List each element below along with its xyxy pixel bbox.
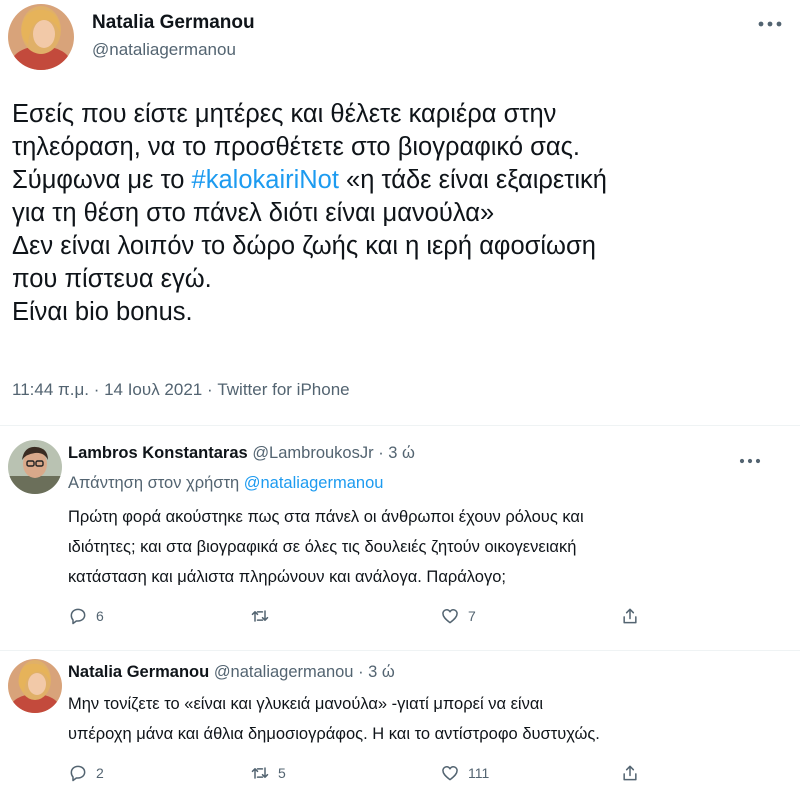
like-button[interactable]: 7: [440, 604, 476, 628]
main-tweet: Natalia Germanou @nataliagermanou Εσείς …: [0, 0, 800, 425]
reply-text-line: κατάσταση και μάλιστα πληρώνουν και ανάλ…: [68, 568, 506, 586]
reply-tweet[interactable]: Lambros Konstantaras @LambroukosJr · 3 ώ…: [0, 426, 800, 650]
reply-header: Lambros Konstantaras @LambroukosJr · 3 ώ: [68, 444, 415, 463]
reply-text: Πρώτη φορά ακούστηκε πως στα πάνελ οι άν…: [68, 502, 788, 592]
retweet-count: 5: [278, 765, 286, 781]
share-icon: [623, 765, 637, 781]
mention-link[interactable]: @nataliagermanou: [244, 474, 384, 492]
like-button[interactable]: 111: [440, 761, 489, 785]
share-icon: [623, 608, 637, 624]
tweet-text-segment: «η τάδε είναι εξαιρετική: [338, 166, 607, 194]
tweet-text-line: που πίστευα εγώ.: [12, 265, 212, 293]
retweet-button[interactable]: 5: [250, 761, 286, 785]
hashtag-link[interactable]: #kalokairiNot: [192, 166, 339, 194]
reply-time[interactable]: · 3 ώ: [353, 663, 395, 681]
tweet-text-line: Εσείς που είστε μητέρες και θέλετε καριέ…: [12, 100, 557, 128]
author-handle[interactable]: @nataliagermanou: [92, 40, 236, 60]
retweet-icon: [251, 767, 269, 779]
reply-time[interactable]: · 3 ώ: [374, 444, 415, 462]
tweet-text-line: για τη θέση στο πάνελ διότι είναι μανούλ…: [12, 199, 495, 227]
share-button[interactable]: [620, 761, 640, 785]
tweet-text-line: Είναι bio bonus.: [12, 298, 193, 326]
reply-tweet[interactable]: Natalia Germanou @nataliagermanou · 3 ώ …: [0, 651, 800, 812]
like-count: 7: [468, 608, 476, 624]
reply-text: Μην τονίζετε το «είναι και γλυκειά μανού…: [68, 689, 788, 749]
reply-author-name[interactable]: Natalia Germanou: [68, 663, 209, 681]
reply-author-name[interactable]: Lambros Konstantaras: [68, 444, 248, 462]
reply-actions: 6 7: [68, 604, 668, 628]
reply-author-handle[interactable]: @nataliagermanou: [214, 663, 354, 681]
replying-to-label: Απάντηση στον χρήστη: [68, 474, 244, 492]
more-dots-icon[interactable]: [738, 452, 762, 464]
replying-to: Απάντηση στον χρήστη @nataliagermanou: [68, 474, 383, 493]
heart-icon: [442, 609, 458, 624]
reply-text-line: ιδιότητες; και στα βιογραφικά σε όλες τι…: [68, 538, 577, 556]
tweet-timestamp[interactable]: 11:44 π.μ. · 14 Ιουλ 2021 · Twitter for …: [12, 380, 350, 400]
reply-bubble-icon: [70, 608, 86, 625]
reply-count: 6: [96, 608, 104, 624]
reply-author-avatar[interactable]: [8, 659, 62, 713]
tweet-text-segment: Σύμφωνα με το: [12, 166, 192, 194]
author-name[interactable]: Natalia Germanou: [92, 12, 255, 34]
reply-actions: 2 5 111: [68, 761, 668, 785]
reply-text-line: Πρώτη φορά ακούστηκε πως στα πάνελ οι άν…: [68, 508, 584, 526]
reply-count: 2: [96, 765, 104, 781]
more-dots-icon[interactable]: [757, 16, 783, 27]
reply-button[interactable]: 6: [68, 604, 104, 628]
retweet-icon: [251, 610, 269, 622]
reply-text-line: υπέροχη μάνα και άθλια δημοσιογράφος. Η …: [68, 725, 600, 743]
reply-author-avatar[interactable]: [8, 440, 62, 494]
tweet-text-line: Δεν είναι λοιπόν το δώρο ζωής και η ιερή…: [12, 232, 596, 260]
reply-button[interactable]: 2: [68, 761, 104, 785]
reply-bubble-icon: [70, 765, 86, 782]
reply-author-handle[interactable]: @LambroukosJr: [252, 444, 373, 462]
tweet-text: Εσείς που είστε μητέρες και θέλετε καριέ…: [12, 98, 782, 329]
heart-icon: [442, 766, 458, 781]
reply-header: Natalia Germanou @nataliagermanou · 3 ώ: [68, 663, 395, 682]
tweet-text-line: τηλεόραση, να το προσθέτετε στο βιογραφι…: [12, 133, 580, 161]
tweet-text-line: Σύμφωνα με το #kalokairiNot «η τάδε είνα…: [12, 164, 782, 197]
retweet-button[interactable]: [250, 604, 278, 628]
like-count: 111: [468, 765, 490, 781]
author-avatar[interactable]: [8, 4, 74, 70]
reply-text-line: Μην τονίζετε το «είναι και γλυκειά μανού…: [68, 695, 544, 713]
share-button[interactable]: [620, 604, 640, 628]
